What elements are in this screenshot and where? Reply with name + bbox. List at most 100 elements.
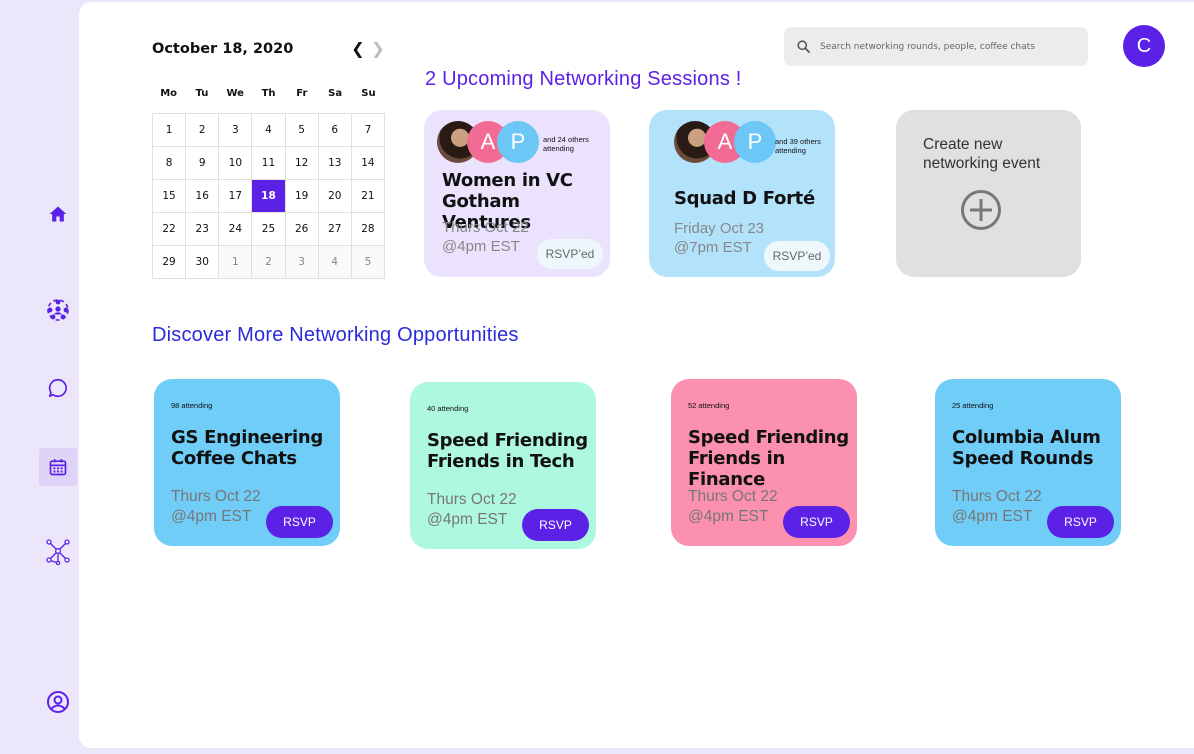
calendar-day[interactable]: 30 (186, 246, 220, 279)
create-event-label: Create new networking event (923, 136, 1041, 172)
nav-home[interactable] (39, 195, 77, 233)
calendar-day[interactable]: 1 (153, 114, 187, 147)
calendar-day[interactable]: 2 (186, 114, 220, 147)
profile-icon (47, 691, 69, 713)
network-icon (46, 539, 70, 565)
attendee-avatar: P (497, 121, 539, 163)
opportunity-date-line: Thurs Oct 22 (688, 488, 778, 505)
opportunity-name-line: Speed Friending (427, 430, 588, 451)
calendar-day[interactable]: 8 (153, 147, 187, 180)
opportunity-date: Thurs Oct 22 @4pm EST (427, 490, 517, 529)
attendee-avatars: A P (437, 121, 539, 165)
calendar-day[interactable]: 2 (252, 246, 286, 279)
opportunity-name: Speed Friending Friends in Finance (688, 427, 863, 490)
others-attending: and 39 others attending (775, 137, 821, 155)
calendar-day[interactable]: 14 (351, 147, 385, 180)
rsvp-button[interactable]: RSVP (1047, 506, 1114, 538)
opportunity-name-line: Speed Friending (688, 427, 849, 448)
upcoming-session-card[interactable]: A P and 39 others attending Squad D Fort… (649, 110, 835, 277)
opportunity-time-line: @4pm EST (171, 507, 252, 525)
calendar-day[interactable]: 27 (318, 213, 352, 246)
calendar-day[interactable]: 11 (252, 147, 286, 180)
calendar-day[interactable]: 12 (285, 147, 319, 180)
calendar-day[interactable]: 3 (219, 114, 253, 147)
rsvped-badge[interactable]: RSVP’ed (764, 241, 830, 271)
opportunity-time-line: @4pm EST (952, 507, 1033, 525)
calendar-day[interactable]: 25 (252, 213, 286, 246)
home-icon (49, 206, 67, 222)
user-avatar[interactable]: C (1123, 25, 1165, 67)
weekday-label: Th (261, 88, 276, 99)
calendar-day[interactable]: 3 (285, 246, 319, 279)
calendar-day[interactable]: 16 (186, 180, 220, 213)
weekday-label: Su (361, 88, 376, 99)
calendar-day[interactable]: 5 (285, 114, 319, 147)
calendar-day[interactable]: 4 (318, 246, 352, 279)
attendee-avatars: A P (674, 121, 776, 165)
chat-bubble-icon (48, 378, 67, 398)
upcoming-sessions-title: 2 Upcoming Networking Sessions ! (425, 68, 742, 90)
search-input[interactable] (820, 41, 1075, 52)
calendar-day[interactable]: 6 (318, 114, 352, 147)
upcoming-session-card[interactable]: A P and 24 others attending Women in VC … (424, 110, 610, 277)
nav-profile[interactable] (39, 683, 77, 721)
calendar-day[interactable]: 5 (351, 246, 385, 279)
calendar-day[interactable]: 24 (219, 213, 253, 246)
nav-messages[interactable] (39, 369, 77, 407)
calendar-prev-icon[interactable]: ❮ (350, 40, 366, 58)
weekday-label: Tu (195, 88, 209, 99)
calendar-day[interactable]: 17 (219, 180, 253, 213)
opportunity-date: Thurs Oct 22 @4pm EST (171, 487, 261, 526)
calendar-day[interactable]: 13 (318, 147, 352, 180)
calendar-day[interactable]: 9 (186, 147, 220, 180)
calendar-day[interactable]: 20 (318, 180, 352, 213)
attending-count: 98 attending (171, 401, 213, 410)
create-event-card[interactable]: Create new networking event (896, 110, 1081, 277)
calendar-day[interactable]: 23 (186, 213, 220, 246)
calendar-day[interactable]: 26 (285, 213, 319, 246)
main-panel: October 18, 2020 ❮ ❯ Mo Tu We Th Fr Sa S… (79, 2, 1194, 748)
calendar-day[interactable]: 4 (252, 114, 286, 147)
calendar-weekdays: Mo Tu We Th Fr Sa Su (152, 88, 385, 99)
calendar-icon (49, 459, 67, 476)
rsvped-badge[interactable]: RSVP’ed (537, 239, 603, 269)
calendar-day[interactable]: 28 (351, 213, 385, 246)
calendar-day[interactable]: 29 (153, 246, 187, 279)
calendar-day[interactable]: 18 (252, 180, 286, 213)
calendar-day[interactable]: 22 (153, 213, 187, 246)
opportunity-card[interactable]: 98 attending GS Engineering Coffee Chats … (154, 379, 340, 546)
rsvp-button[interactable]: RSVP (783, 506, 850, 538)
nav-community[interactable] (39, 291, 77, 329)
sidebar (0, 0, 79, 754)
opportunity-name: Speed Friending Friends in Tech (427, 430, 602, 472)
calendar-day[interactable]: 21 (351, 180, 385, 213)
opportunity-time-line: @4pm EST (427, 510, 508, 528)
attending-count: 40 attending (427, 404, 469, 413)
session-name: Women in VC (442, 170, 573, 191)
search-icon (797, 40, 810, 53)
opportunity-date-line: Thurs Oct 22 (952, 488, 1042, 505)
calendar-day[interactable]: 7 (351, 114, 385, 147)
rsvp-button[interactable]: RSVP (522, 509, 589, 541)
calendar-day[interactable]: 15 (153, 180, 187, 213)
opportunity-time-line: @4pm EST (688, 507, 769, 525)
opportunity-date: Thurs Oct 22 @4pm EST (952, 487, 1042, 526)
discover-title: Discover More Networking Opportunities (152, 324, 519, 346)
opportunity-name-line: Speed Rounds (952, 448, 1094, 469)
session-date: Thurs Oct 22 (442, 219, 529, 236)
opportunity-name: Columbia Alum Speed Rounds (952, 427, 1127, 469)
nav-calendar[interactable] (39, 448, 77, 486)
calendar-next-icon[interactable]: ❯ (370, 40, 386, 58)
rsvp-button[interactable]: RSVP (266, 506, 333, 538)
opportunity-date: Thurs Oct 22 @4pm EST (688, 487, 778, 526)
add-circle-icon[interactable] (959, 188, 1003, 232)
opportunity-card[interactable]: 40 attending Speed Friending Friends in T… (410, 382, 596, 549)
nav-network[interactable] (39, 532, 77, 570)
calendar-day[interactable]: 10 (219, 147, 253, 180)
opportunity-card[interactable]: 52 attending Speed Friending Friends in F… (671, 379, 857, 546)
opportunity-card[interactable]: 25 attending Columbia Alum Speed Rounds T… (935, 379, 1121, 546)
calendar-day[interactable]: 1 (219, 246, 253, 279)
search-bar[interactable] (784, 27, 1088, 66)
calendar-title: October 18, 2020 (152, 41, 294, 57)
calendar-day[interactable]: 19 (285, 180, 319, 213)
